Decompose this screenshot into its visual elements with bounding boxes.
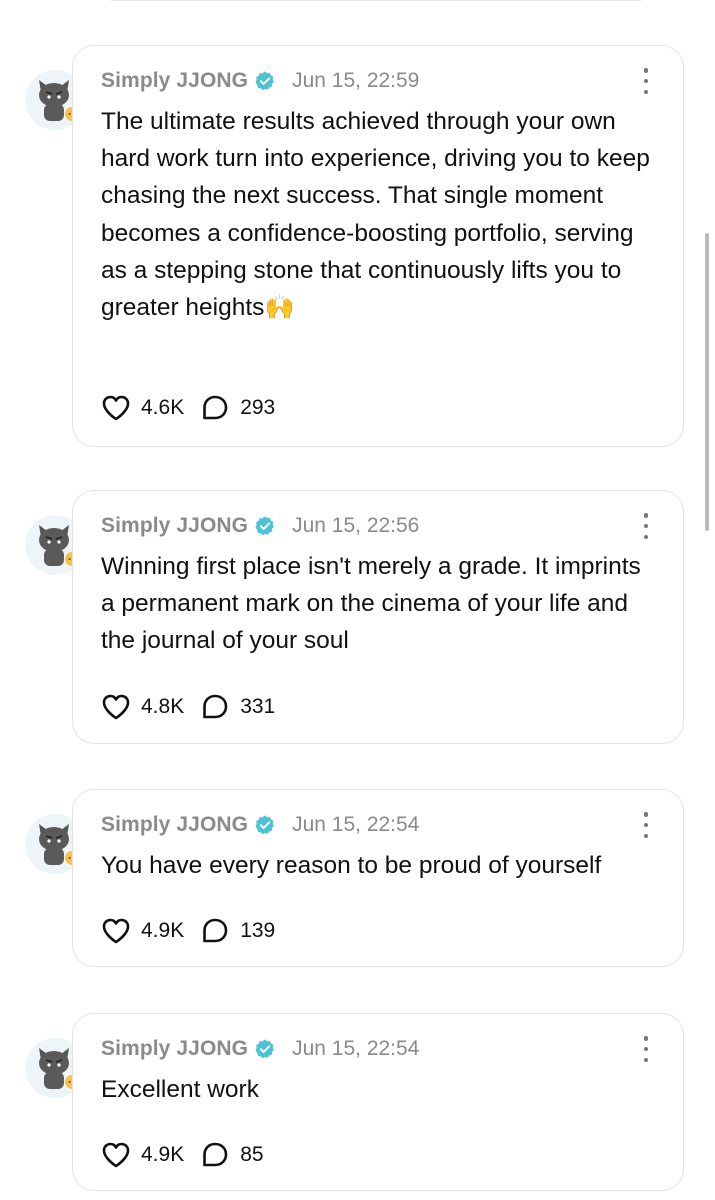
post-card[interactable]: Simply JJONG Jun 15, 22:54 Excellent wor… (72, 1013, 684, 1191)
more-vertical-icon[interactable] (641, 1036, 651, 1062)
post-text: Winning first place isn't merely a grade… (101, 553, 641, 655)
post-header: Simply JJONG Jun 15, 22:54 (101, 1034, 419, 1064)
post-text: Excellent work (101, 1076, 259, 1103)
author-name[interactable]: Simply JJONG (101, 813, 248, 837)
heart-icon[interactable] (101, 1140, 131, 1170)
more-vertical-icon[interactable] (641, 513, 651, 539)
post-actions: 4.9K 85 (101, 1140, 264, 1170)
post-item: Simply JJONG Jun 15, 22:54 You have ever… (0, 789, 715, 967)
post-card[interactable]: Simply JJONG Jun 15, 22:56 Winning first… (72, 490, 684, 744)
more-vertical-icon[interactable] (641, 68, 651, 94)
like-count: 4.6K (141, 396, 185, 419)
speech-bubble-icon[interactable] (200, 393, 230, 423)
heart-icon[interactable] (101, 916, 131, 946)
post-card[interactable]: Simply JJONG Jun 15, 22:54 You have ever… (72, 789, 684, 967)
verified-badge-icon (255, 71, 275, 91)
previous-post-card-edge (95, 0, 657, 1)
post-header: Simply JJONG Jun 15, 22:54 (101, 810, 419, 840)
like-count: 4.9K (141, 919, 185, 942)
post-header: Simply JJONG Jun 15, 22:59 (101, 66, 419, 96)
verified-badge-icon (255, 516, 275, 536)
heart-icon[interactable] (101, 393, 131, 423)
author-name[interactable]: Simply JJONG (101, 1037, 248, 1061)
post-actions: 4.6K 293 (101, 393, 275, 423)
post-timestamp: Jun 15, 22:56 (292, 514, 420, 537)
post-text-body: The ultimate results achieved through yo… (101, 108, 650, 322)
author-name[interactable]: Simply JJONG (101, 69, 248, 93)
post-item: Simply JJONG Jun 15, 22:59 The ultimate … (0, 45, 715, 447)
post-text: You have every reason to be proud of you… (101, 852, 602, 879)
speech-bubble-icon[interactable] (200, 1140, 230, 1170)
like-count: 4.9K (141, 1143, 185, 1166)
verified-badge-icon (255, 815, 275, 835)
heart-icon[interactable] (101, 692, 131, 722)
author-name[interactable]: Simply JJONG (101, 514, 248, 538)
post-actions: 4.8K 331 (101, 692, 275, 722)
speech-bubble-icon[interactable] (200, 692, 230, 722)
post-header: Simply JJONG Jun 15, 22:56 (101, 511, 419, 541)
comment-count: 85 (240, 1143, 264, 1166)
raising-hands-emoji: 🙌 (264, 293, 295, 322)
like-count: 4.8K (141, 695, 185, 718)
post-timestamp: Jun 15, 22:54 (292, 1037, 420, 1060)
speech-bubble-icon[interactable] (200, 916, 230, 946)
comment-count: 293 (240, 396, 276, 419)
post-card[interactable]: Simply JJONG Jun 15, 22:59 The ultimate … (72, 45, 684, 447)
more-vertical-icon[interactable] (641, 812, 651, 838)
post-text: The ultimate results achieved through yo… (101, 103, 661, 326)
comment-count: 139 (240, 919, 276, 942)
post-actions: 4.9K 139 (101, 916, 275, 946)
verified-badge-icon (255, 1039, 275, 1059)
post-timestamp: Jun 15, 22:54 (292, 813, 420, 836)
post-item: Simply JJONG Jun 15, 22:54 Excellent wor… (0, 1013, 715, 1191)
post-item: Simply JJONG Jun 15, 22:56 Winning first… (0, 490, 715, 744)
comment-count: 331 (240, 695, 276, 718)
post-timestamp: Jun 15, 22:59 (292, 69, 420, 92)
